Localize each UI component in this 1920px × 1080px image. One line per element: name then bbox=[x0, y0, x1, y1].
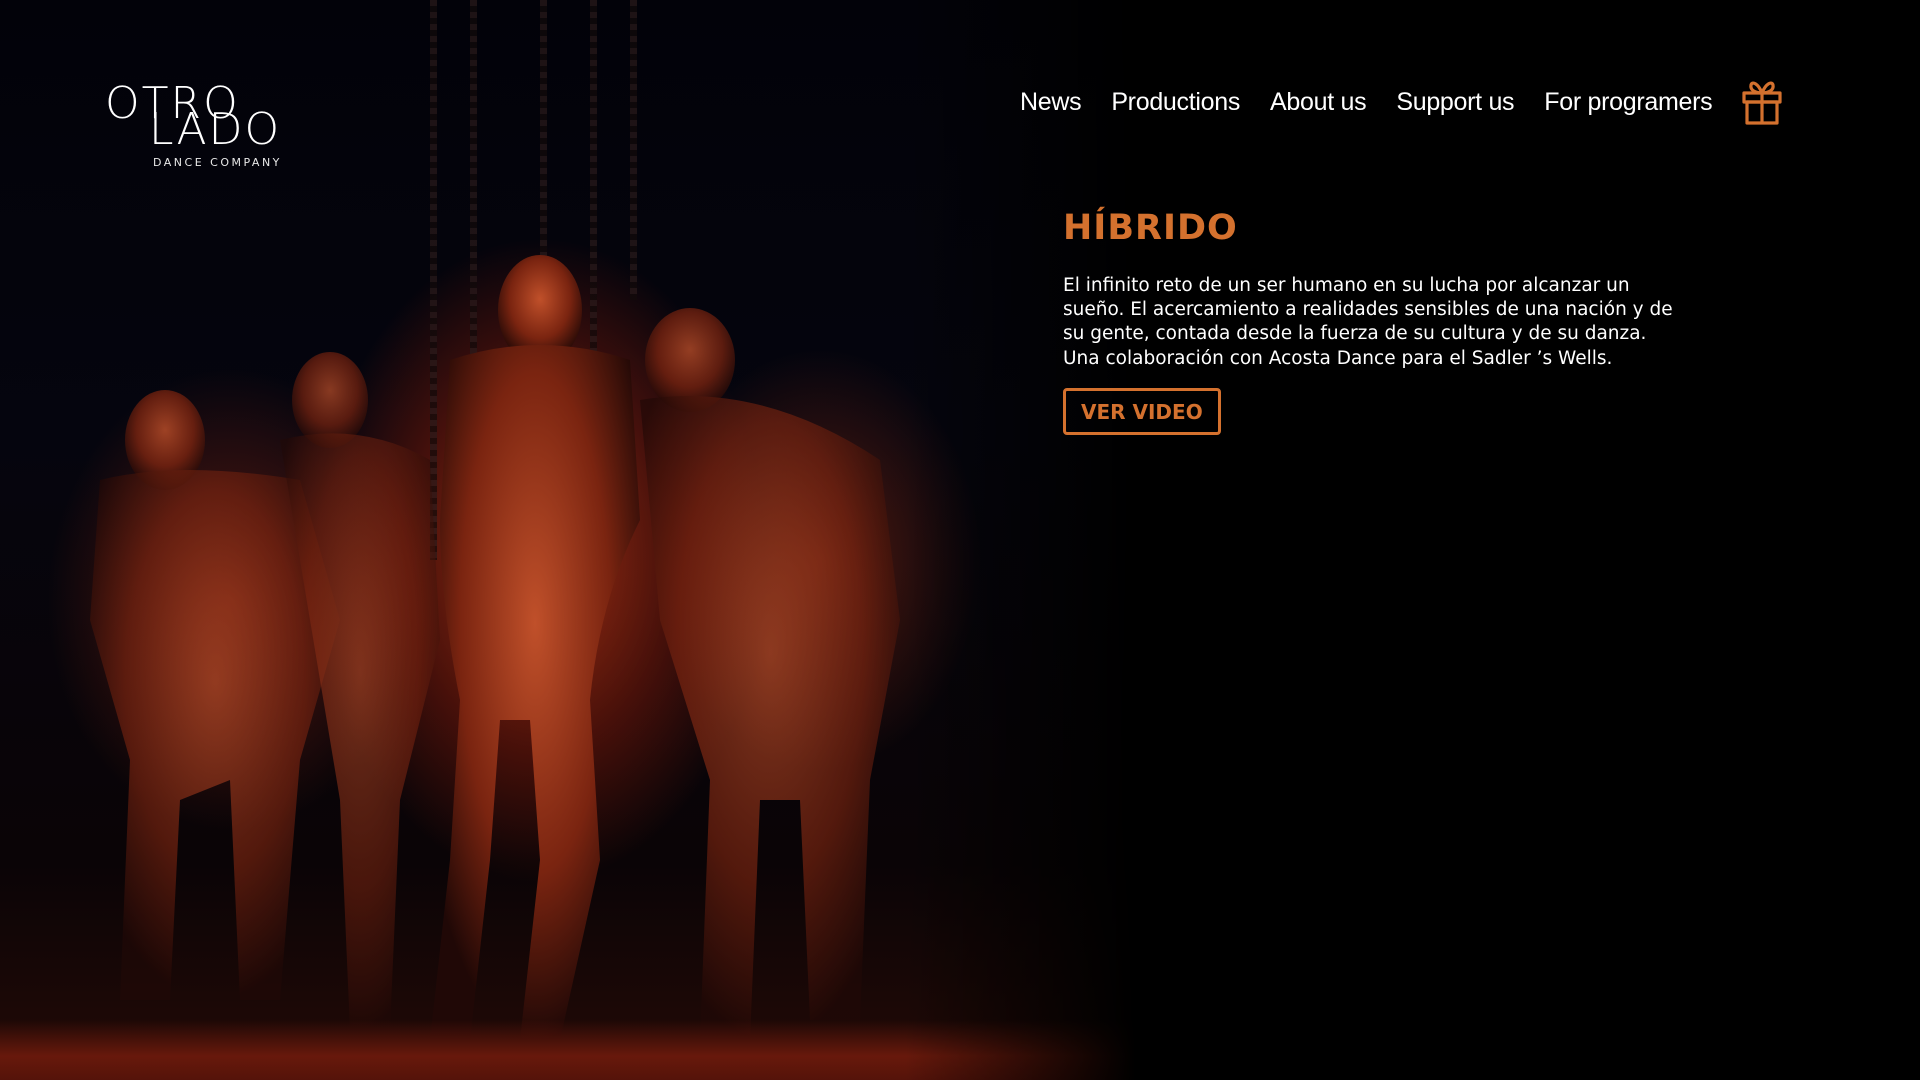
nav-productions[interactable]: Productions bbox=[1111, 88, 1240, 117]
nav-support-us[interactable]: Support us bbox=[1396, 88, 1514, 117]
nav-news[interactable]: News bbox=[1020, 88, 1082, 117]
gift-icon[interactable] bbox=[1742, 79, 1782, 125]
main-nav: News Productions About us Support us For… bbox=[1020, 79, 1782, 125]
production-title: HÍBRIDO bbox=[1063, 208, 1238, 248]
company-logo[interactable]: OTRO LADO DANCE COMPANY bbox=[105, 82, 295, 172]
hero-fade bbox=[905, 0, 1135, 1080]
logo-subtitle: DANCE COMPANY bbox=[153, 156, 282, 169]
production-description: El infinito reto de un ser humano en su … bbox=[1063, 275, 1673, 369]
nav-about-us[interactable]: About us bbox=[1270, 88, 1367, 117]
watch-video-button[interactable]: VER VIDEO bbox=[1063, 387, 1221, 435]
logo-word-lado: LADO bbox=[149, 104, 282, 155]
feature-section: HÍBRIDO El infinito reto de un ser human… bbox=[1063, 204, 1703, 435]
nav-for-programers[interactable]: For programers bbox=[1544, 88, 1712, 117]
